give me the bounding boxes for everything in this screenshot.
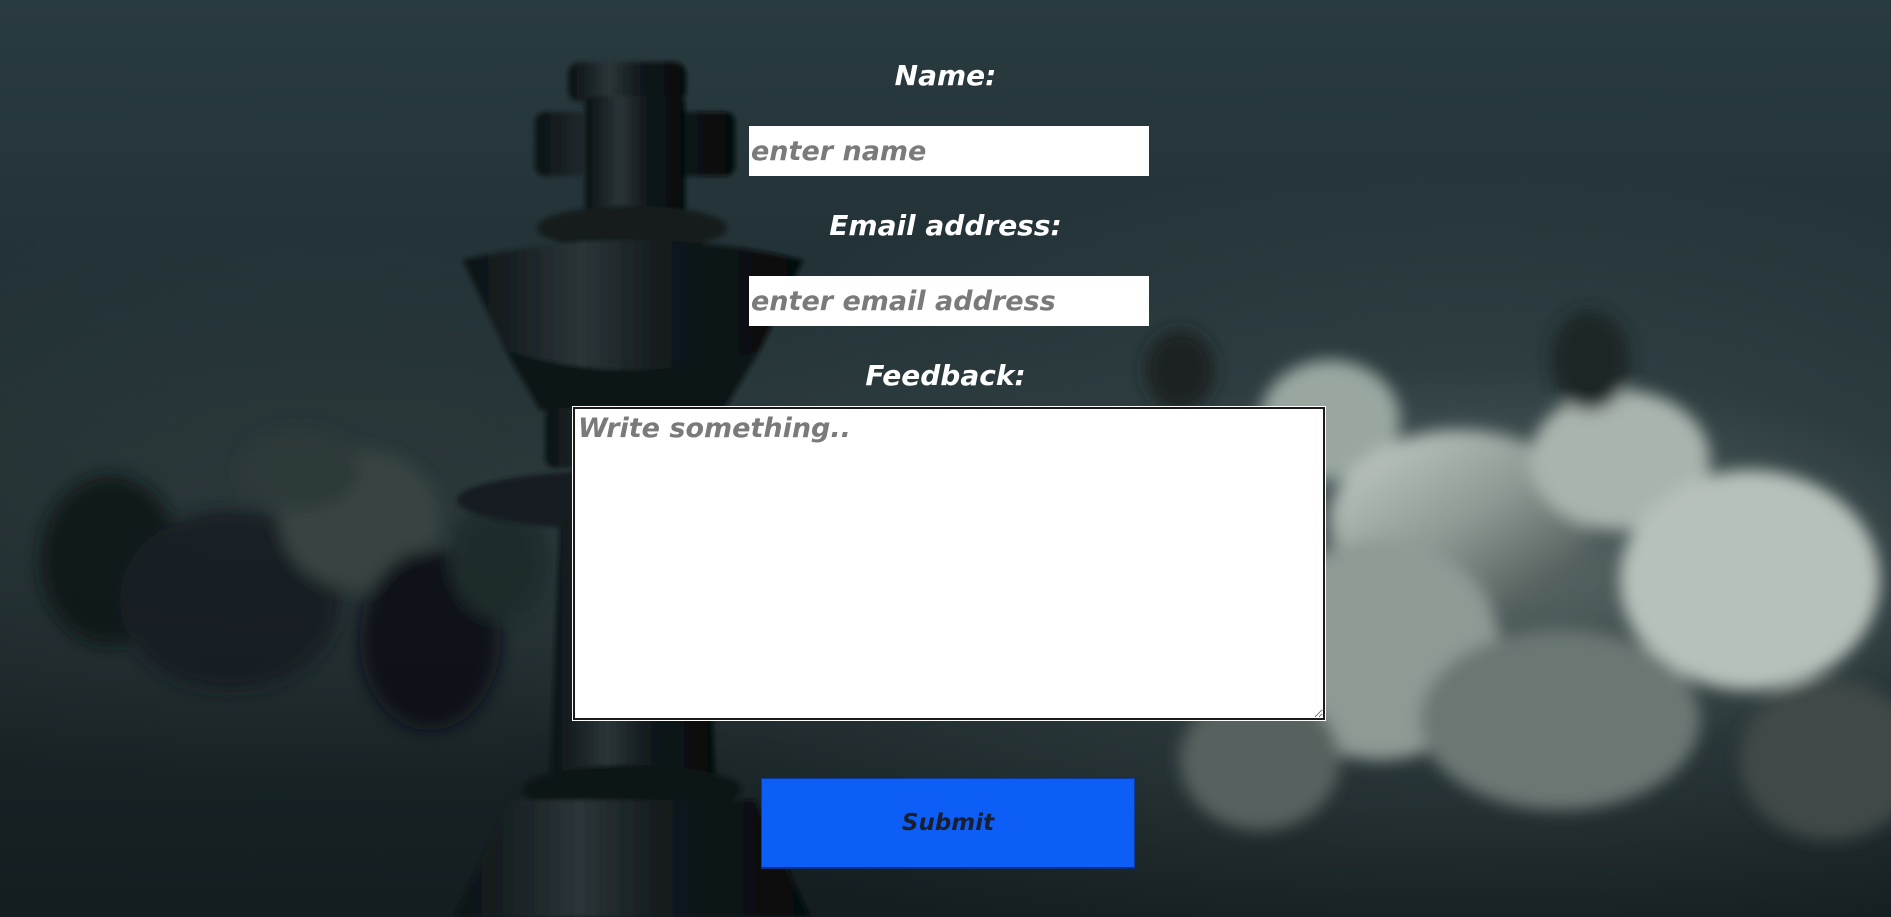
name-label: Name: bbox=[894, 59, 997, 92]
email-input[interactable] bbox=[749, 276, 1149, 326]
feedback-label: Feedback: bbox=[865, 359, 1026, 392]
name-input[interactable] bbox=[749, 126, 1149, 176]
email-label: Email address: bbox=[829, 209, 1062, 242]
feedback-form: Name: Email address: Feedback: Submit bbox=[0, 0, 1891, 917]
feedback-textarea[interactable] bbox=[573, 407, 1325, 720]
submit-button[interactable]: Submit bbox=[761, 778, 1135, 869]
